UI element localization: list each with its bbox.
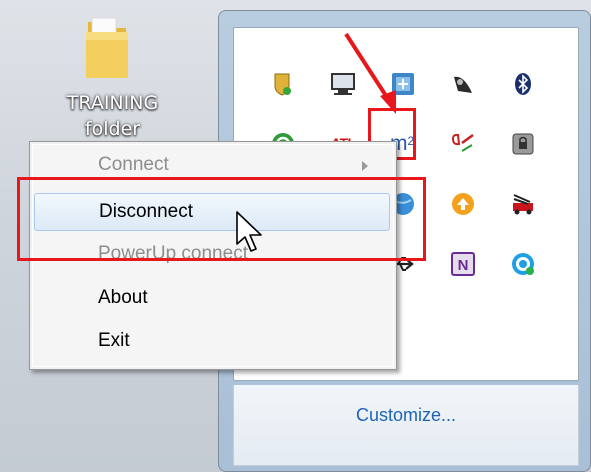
customize-link[interactable]: Customize... (234, 405, 578, 426)
menu-item-exit-label: Exit (98, 330, 130, 351)
annotation-arrow (344, 32, 396, 114)
onenote-icon[interactable]: N (450, 251, 476, 277)
bluetooth-icon[interactable] (510, 71, 536, 97)
folder-label-line1: TRAINING (66, 92, 159, 114)
fire-truck-icon[interactable] (510, 191, 536, 217)
menu-item-about-label: About (98, 287, 148, 308)
folder-label-line2: folder (84, 118, 141, 140)
annotation-box-disconnect (17, 177, 426, 261)
folder-label[interactable]: TRAINING folder (40, 90, 185, 142)
mouse-cursor-icon (236, 211, 262, 252)
submenu-arrow-icon (362, 161, 368, 171)
lock-drive-icon[interactable] (510, 131, 536, 157)
menu-item-exit[interactable]: Exit (34, 323, 390, 361)
code-bracket-icon[interactable] (450, 131, 476, 157)
folder-icon[interactable] (82, 14, 132, 80)
tray-footer: Customize... (233, 385, 579, 466)
menu-item-about[interactable]: About (34, 280, 390, 318)
menu-item-connect-label: Connect (98, 154, 169, 175)
satellite-dish-icon[interactable] (450, 71, 476, 97)
shield-security-icon[interactable] (270, 71, 296, 97)
skype-icon[interactable] (510, 251, 536, 277)
onenote-letter: N (458, 257, 469, 274)
upload-arrow-icon[interactable] (450, 191, 476, 217)
